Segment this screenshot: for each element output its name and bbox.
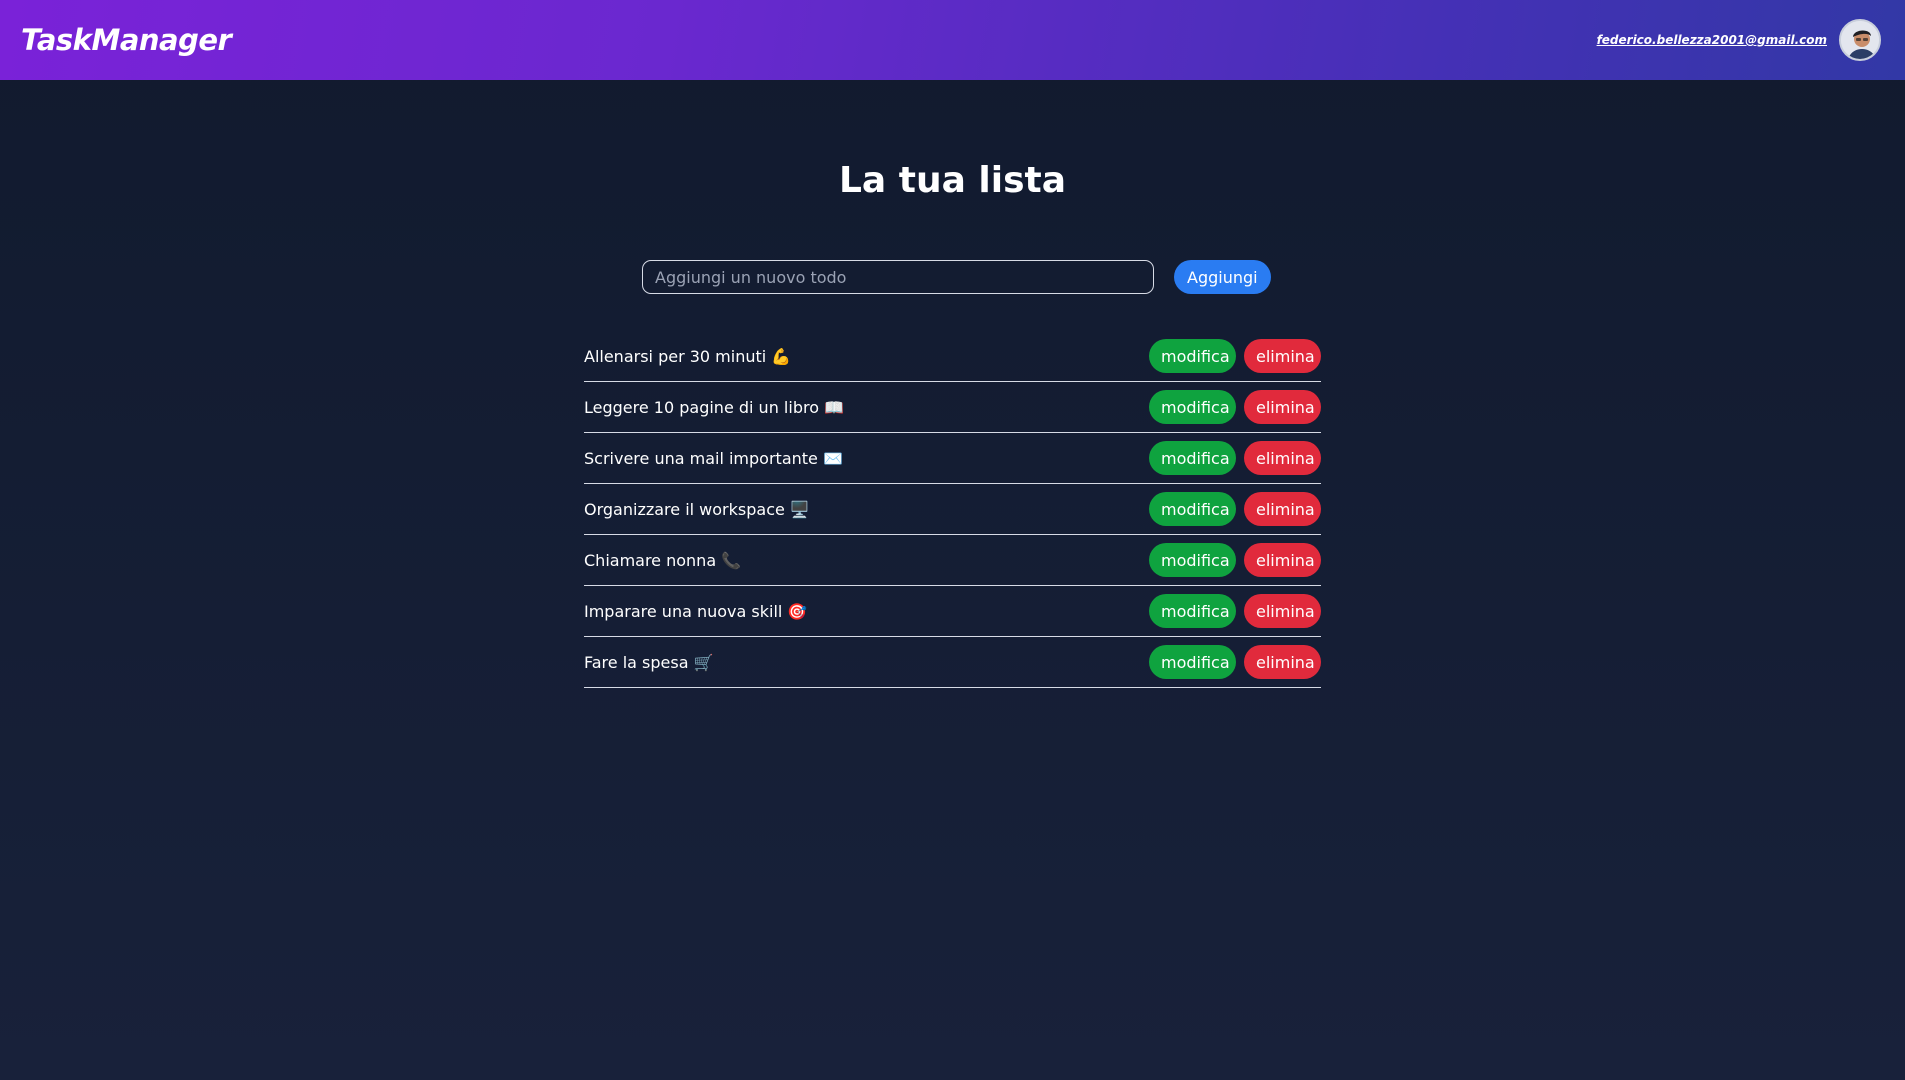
- new-todo-input[interactable]: [642, 260, 1154, 294]
- edit-todo-button[interactable]: modifica: [1149, 441, 1236, 475]
- delete-todo-button[interactable]: elimina: [1244, 645, 1321, 679]
- todo-text: Imparare una nuova skill 🎯: [584, 601, 808, 621]
- todo-actions: modifica elimina: [1149, 594, 1321, 628]
- delete-todo-button[interactable]: elimina: [1244, 390, 1321, 424]
- todo-item: Chiamare nonna 📞 modifica elimina: [584, 535, 1321, 586]
- todo-text: Leggere 10 pagine di un libro 📖: [584, 397, 844, 417]
- add-todo-button[interactable]: Aggiungi: [1174, 260, 1271, 294]
- user-area: federico.bellezza2001@gmail.com: [1597, 19, 1881, 61]
- todo-item: Allenarsi per 30 minuti 💪 modifica elimi…: [584, 331, 1321, 382]
- todo-actions: modifica elimina: [1149, 390, 1321, 424]
- user-email-link[interactable]: federico.bellezza2001@gmail.com: [1597, 33, 1827, 47]
- todo-item: Imparare una nuova skill 🎯 modifica elim…: [584, 586, 1321, 637]
- todo-text: Organizzare il workspace 🖥️: [584, 499, 810, 519]
- todo-text: Fare la spesa 🛒: [584, 652, 714, 672]
- brand-logo[interactable]: TaskManager: [21, 23, 232, 57]
- todo-item: Leggere 10 pagine di un libro 📖 modifica…: [584, 382, 1321, 433]
- todo-item: Scrivere una mail importante ✉️ modifica…: [584, 433, 1321, 484]
- delete-todo-button[interactable]: elimina: [1244, 594, 1321, 628]
- edit-todo-button[interactable]: modifica: [1149, 543, 1236, 577]
- navbar: TaskManager federico.bellezza2001@gmail.…: [0, 0, 1905, 80]
- todo-actions: modifica elimina: [1149, 543, 1321, 577]
- delete-todo-button[interactable]: elimina: [1244, 441, 1321, 475]
- todo-item: Fare la spesa 🛒 modifica elimina: [584, 637, 1321, 688]
- todo-text: Allenarsi per 30 minuti 💪: [584, 346, 792, 366]
- edit-todo-button[interactable]: modifica: [1149, 594, 1236, 628]
- todo-actions: modifica elimina: [1149, 441, 1321, 475]
- edit-todo-button[interactable]: modifica: [1149, 492, 1236, 526]
- todo-actions: modifica elimina: [1149, 645, 1321, 679]
- edit-todo-button[interactable]: modifica: [1149, 645, 1236, 679]
- delete-todo-button[interactable]: elimina: [1244, 492, 1321, 526]
- todo-actions: modifica elimina: [1149, 492, 1321, 526]
- delete-todo-button[interactable]: elimina: [1244, 339, 1321, 373]
- todo-list: Allenarsi per 30 minuti 💪 modifica elimi…: [584, 331, 1321, 688]
- todo-text: Chiamare nonna 📞: [584, 550, 742, 570]
- edit-todo-button[interactable]: modifica: [1149, 390, 1236, 424]
- add-todo-form: Aggiungi: [642, 260, 1271, 294]
- delete-todo-button[interactable]: elimina: [1244, 543, 1321, 577]
- page-title: La tua lista: [838, 160, 1067, 201]
- todo-text: Scrivere una mail importante ✉️: [584, 448, 843, 468]
- edit-todo-button[interactable]: modifica: [1149, 339, 1236, 373]
- avatar-image: [1841, 21, 1879, 59]
- todo-item: Organizzare il workspace 🖥️ modifica eli…: [584, 484, 1321, 535]
- todo-actions: modifica elimina: [1149, 339, 1321, 373]
- user-avatar-icon[interactable]: [1839, 19, 1881, 61]
